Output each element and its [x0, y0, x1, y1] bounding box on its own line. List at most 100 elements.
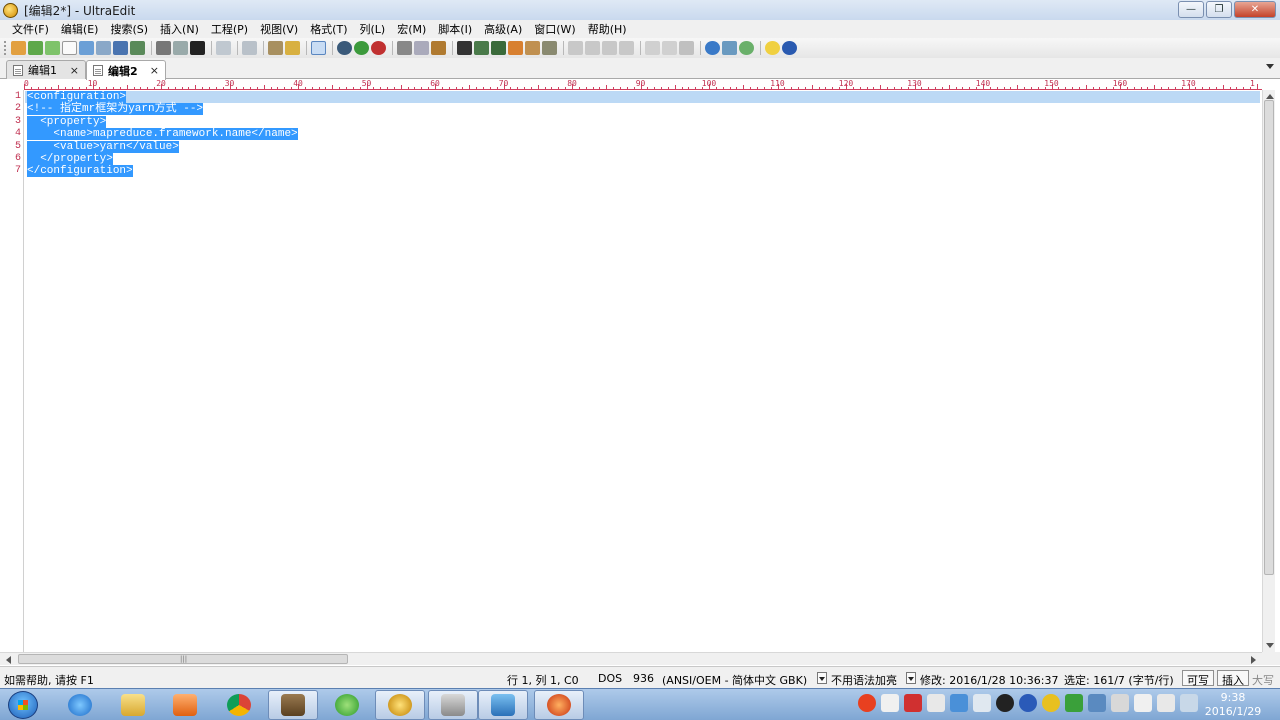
status-encoding[interactable]: (ANSI/OEM - 简体中文 GBK)	[662, 672, 807, 688]
power-icon[interactable]	[1134, 694, 1152, 712]
taskbar-print-app[interactable]	[428, 690, 478, 720]
code-line[interactable]: <value>yarn</value>	[27, 140, 179, 153]
tab-list-dropdown-icon[interactable]	[1266, 64, 1274, 69]
menu-insert[interactable]: 插入(N)	[154, 21, 205, 37]
code-line[interactable]: <configuration>	[27, 91, 127, 103]
vertical-scrollbar[interactable]	[1262, 90, 1275, 652]
close-button[interactable]: ✕	[1234, 1, 1276, 18]
status-syntax-highlighting[interactable]: 不用语法加亮	[831, 672, 897, 688]
menu-window[interactable]: 窗口(W)	[528, 21, 581, 37]
new-file-icon[interactable]	[62, 41, 77, 55]
menu-script[interactable]: 脚本(I)	[432, 21, 478, 37]
syntax-dropdown-icon[interactable]	[906, 672, 916, 684]
security-shield-icon[interactable]	[950, 694, 968, 712]
justify-icon[interactable]	[619, 41, 634, 55]
menu-search[interactable]: 搜索(S)	[104, 21, 154, 37]
start-button[interactable]	[8, 691, 38, 719]
vertical-scroll-thumb[interactable]	[1264, 100, 1274, 575]
menu-macro[interactable]: 宏(M)	[391, 21, 432, 37]
menu-format[interactable]: 格式(T)	[304, 21, 353, 37]
qq-penguin-icon[interactable]	[996, 694, 1014, 712]
antivirus-icon[interactable]	[1042, 694, 1060, 712]
code-line[interactable]: </property>	[27, 153, 113, 165]
refresh-icon[interactable]	[739, 41, 754, 55]
align-right-icon[interactable]	[602, 41, 617, 55]
tab-edit2[interactable]: 编辑2 ×	[86, 60, 166, 80]
replace-in-files-icon[interactable]	[508, 41, 523, 55]
open-file-icon[interactable]	[79, 41, 94, 55]
network-error-icon[interactable]	[1111, 694, 1129, 712]
taskbar-file-explorer[interactable]	[108, 690, 158, 720]
hex-mode-icon[interactable]	[242, 41, 257, 55]
restore-button[interactable]: ❐	[1206, 1, 1232, 18]
font-icon[interactable]	[190, 41, 205, 55]
tray-app-icon[interactable]	[904, 694, 922, 712]
windows-icon[interactable]	[973, 694, 991, 712]
shield-check-icon[interactable]	[1065, 694, 1083, 712]
bookmark-icon[interactable]	[285, 41, 300, 55]
scroll-right-icon[interactable]	[1251, 656, 1256, 664]
save-all-icon[interactable]	[130, 41, 145, 55]
print-preview-icon[interactable]	[173, 41, 188, 55]
ftp-icon[interactable]	[722, 41, 737, 55]
tab-close-icon[interactable]: ×	[70, 64, 79, 77]
code-line[interactable]: <!-- 指定mr框架为yarn方式 -->	[27, 103, 204, 116]
find-in-files-icon[interactable]	[491, 41, 506, 55]
ultraedit-logo-icon[interactable]	[3, 2, 18, 18]
web-browser-icon[interactable]	[705, 41, 720, 55]
code-line[interactable]: <property>	[27, 115, 107, 128]
taskbar-ultraedit[interactable]	[375, 690, 425, 720]
save-icon[interactable]	[113, 41, 128, 55]
text-editor[interactable]: <configuration> <!-- 指定mr框架为yarn方式 --> <…	[25, 90, 1262, 652]
taskbar-chrome[interactable]	[214, 690, 264, 720]
menu-file[interactable]: 文件(F)	[6, 21, 55, 37]
scroll-left-icon[interactable]	[6, 656, 11, 664]
align-center-icon[interactable]	[585, 41, 600, 55]
bluetooth-icon[interactable]	[1019, 694, 1037, 712]
find-icon[interactable]	[457, 41, 472, 55]
line-numbers-toggle-icon[interactable]	[311, 41, 326, 55]
paste-icon[interactable]	[431, 41, 446, 55]
menu-column[interactable]: 列(L)	[354, 21, 392, 37]
close-file-icon[interactable]	[96, 41, 111, 55]
status-insert-mode[interactable]: 插入	[1217, 670, 1249, 687]
copy-icon[interactable]	[414, 41, 429, 55]
taskbar-app-installer[interactable]	[268, 690, 318, 720]
system-clock[interactable]: 9:38 2016/1/29	[1198, 691, 1268, 719]
align-left-icon[interactable]	[568, 41, 583, 55]
menu-view[interactable]: 视图(V)	[254, 21, 304, 37]
minimize-button[interactable]: —	[1178, 1, 1204, 18]
replace-icon[interactable]	[474, 41, 489, 55]
forward-arrow-icon[interactable]	[45, 41, 60, 55]
taskbar-media-player[interactable]	[160, 690, 210, 720]
menu-advanced[interactable]: 高级(A)	[478, 21, 528, 37]
back-arrow-icon[interactable]	[28, 41, 43, 55]
scroll-down-icon[interactable]	[1266, 643, 1274, 648]
goto-icon[interactable]	[525, 41, 540, 55]
tip-lightbulb-icon[interactable]	[765, 41, 780, 55]
print-icon[interactable]	[156, 41, 171, 55]
previous-icon[interactable]	[337, 41, 352, 55]
run-icon[interactable]	[354, 41, 369, 55]
input-method-icon[interactable]	[858, 694, 876, 712]
help-icon[interactable]	[782, 41, 797, 55]
column-mode-icon[interactable]	[268, 41, 283, 55]
signal-icon[interactable]	[1180, 694, 1198, 712]
tab-edit1[interactable]: 编辑1 ×	[6, 60, 86, 79]
taskbar-virtualbox[interactable]	[478, 690, 528, 720]
code-line[interactable]: <name>mapreduce.framework.name</name>	[27, 128, 298, 141]
horizontal-scrollbar[interactable]: |||	[0, 652, 1262, 665]
status-line-ending[interactable]: DOS	[598, 672, 622, 685]
tab-close-icon[interactable]: ×	[150, 64, 159, 77]
volume-icon[interactable]	[1157, 694, 1175, 712]
taskbar-360-browser[interactable]	[322, 690, 372, 720]
menu-edit[interactable]: 编辑(E)	[55, 21, 105, 37]
window-tile-icon[interactable]	[662, 41, 677, 55]
new-project-icon[interactable]	[11, 41, 26, 55]
menu-project[interactable]: 工程(P)	[205, 21, 254, 37]
status-writable[interactable]: 可写	[1182, 670, 1214, 687]
scroll-up-icon[interactable]	[1266, 94, 1274, 99]
window-cascade-icon[interactable]	[645, 41, 660, 55]
encoding-dropdown-icon[interactable]	[817, 672, 827, 684]
window-split-icon[interactable]	[679, 41, 694, 55]
